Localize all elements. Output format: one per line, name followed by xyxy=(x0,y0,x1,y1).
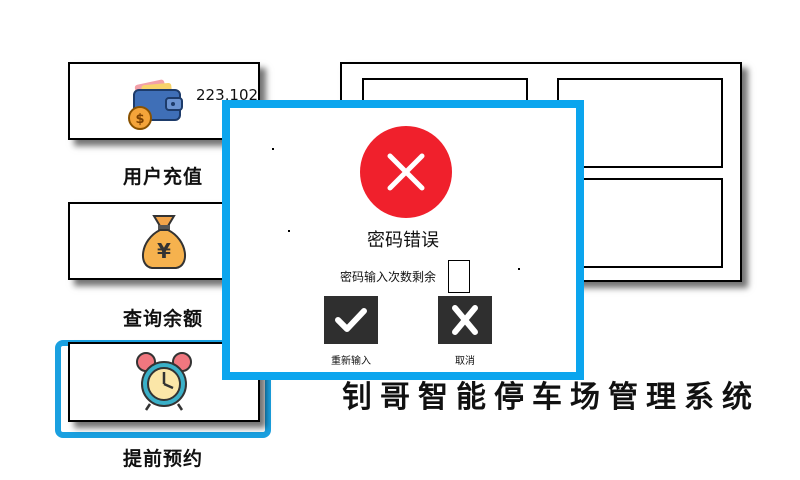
dot xyxy=(518,268,520,270)
checkmark-icon xyxy=(335,308,367,332)
retry-label[interactable]: 重新输入 xyxy=(311,352,391,367)
cancel-button[interactable] xyxy=(438,296,492,344)
remaining-attempts-label: 密码输入次数剩余 xyxy=(340,270,437,284)
close-icon xyxy=(452,305,478,335)
dot xyxy=(272,148,274,150)
retry-button[interactable] xyxy=(324,296,378,344)
reserve-label: 提前预约 xyxy=(122,448,203,470)
alarm-clock-icon xyxy=(136,352,192,411)
dot xyxy=(288,230,290,232)
cancel-label[interactable]: 取消 xyxy=(425,352,505,367)
error-icon xyxy=(360,126,452,218)
error-dialog: 密码错误 密码输入次数剩余 重新输入 取消 xyxy=(222,100,584,380)
svg-text:¥: ¥ xyxy=(157,239,171,263)
svg-text:$: $ xyxy=(135,112,144,127)
wallet-icon: $ xyxy=(128,79,183,130)
remaining-attempts-value xyxy=(448,260,470,293)
money-bag-icon: ¥ xyxy=(142,215,186,269)
error-message: 密码错误 xyxy=(367,230,439,251)
